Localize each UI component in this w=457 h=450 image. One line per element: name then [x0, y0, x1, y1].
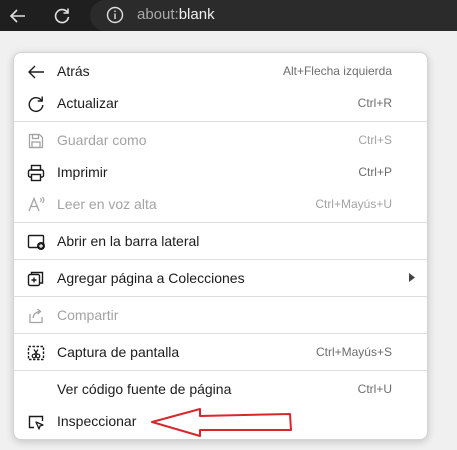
browser-toolbar: about:blank: [0, 0, 457, 31]
menu-item-label: Inspeccionar: [57, 413, 137, 429]
menu-divider: [14, 370, 427, 371]
printer-icon: [27, 164, 45, 182]
menu-item-read-aloud[interactable]: Leer en voz alta Ctrl+Mayús+U: [14, 189, 427, 219]
menu-item-shortcut: Ctrl+P: [358, 165, 392, 179]
menu-divider: [14, 259, 427, 260]
menu-divider: [14, 296, 427, 297]
back-button[interactable]: [2, 0, 34, 31]
menu-item-screenshot[interactable]: Captura de pantalla Ctrl+Mayús+S: [14, 337, 427, 367]
share-icon: [29, 308, 43, 324]
menu-item-label: Atrás: [57, 63, 90, 79]
menu-item-shortcut: Ctrl+S: [358, 133, 392, 147]
menu-item-label: Ver código fuente de página: [57, 381, 232, 397]
menu-item-save-as[interactable]: Guardar como Ctrl+S: [14, 125, 427, 155]
address-bar[interactable]: about:blank: [90, 0, 457, 31]
menu-item-shortcut: Ctrl+R: [357, 96, 392, 110]
read-aloud-icon: [28, 196, 45, 212]
menu-item-label: Agregar página a Colecciones: [57, 270, 245, 286]
chevron-right-icon: [409, 273, 415, 282]
sidebar-icon: [27, 234, 45, 250]
menu-item-refresh[interactable]: Actualizar Ctrl+R: [14, 88, 427, 118]
menu-item-add-to-collections[interactable]: Agregar página a Colecciones: [14, 263, 427, 293]
menu-item-label: Imprimir: [57, 164, 108, 180]
context-menu: Atrás Alt+Flecha izquierda Actualizar Ct…: [13, 52, 428, 440]
menu-item-label: Captura de pantalla: [57, 344, 180, 360]
menu-divider: [14, 222, 427, 223]
menu-item-view-source[interactable]: Ver código fuente de página Ctrl+U: [14, 374, 427, 404]
inspect-icon: [28, 415, 44, 430]
menu-item-back[interactable]: Atrás Alt+Flecha izquierda: [14, 56, 427, 86]
menu-item-shortcut: Ctrl+Mayús+U: [315, 197, 392, 211]
save-icon: [28, 133, 44, 149]
refresh-button[interactable]: [46, 0, 78, 31]
menu-item-label: Actualizar: [57, 95, 119, 111]
menu-item-shortcut: Alt+Flecha izquierda: [282, 64, 392, 78]
menu-item-label: Abrir en la barra lateral: [57, 233, 200, 249]
collections-icon: [27, 271, 44, 287]
menu-item-label: Leer en voz alta: [57, 196, 157, 212]
menu-item-shortcut: Ctrl+U: [357, 382, 392, 396]
refresh-icon: [28, 96, 44, 113]
menu-divider: [14, 333, 427, 334]
arrow-left-icon: [28, 65, 44, 79]
address-prefix: about:: [137, 6, 179, 23]
address-page: blank: [178, 6, 215, 23]
menu-item-shortcut: Ctrl+Mayús+S: [315, 345, 392, 359]
annotation-arrow-icon: [151, 408, 292, 437]
screenshot-icon: [27, 345, 45, 361]
arrow-left-icon: [9, 8, 25, 23]
menu-item-share[interactable]: Compartir: [14, 300, 427, 330]
menu-item-open-sidebar[interactable]: Abrir en la barra lateral: [14, 226, 427, 256]
menu-item-label: Compartir: [57, 307, 119, 323]
menu-divider: [14, 121, 427, 122]
refresh-icon: [54, 8, 70, 23]
info-icon[interactable]: [106, 6, 124, 24]
menu-item-label: Guardar como: [57, 132, 147, 148]
menu-item-print[interactable]: Imprimir Ctrl+P: [14, 157, 427, 187]
address-text[interactable]: about:blank: [137, 6, 215, 23]
